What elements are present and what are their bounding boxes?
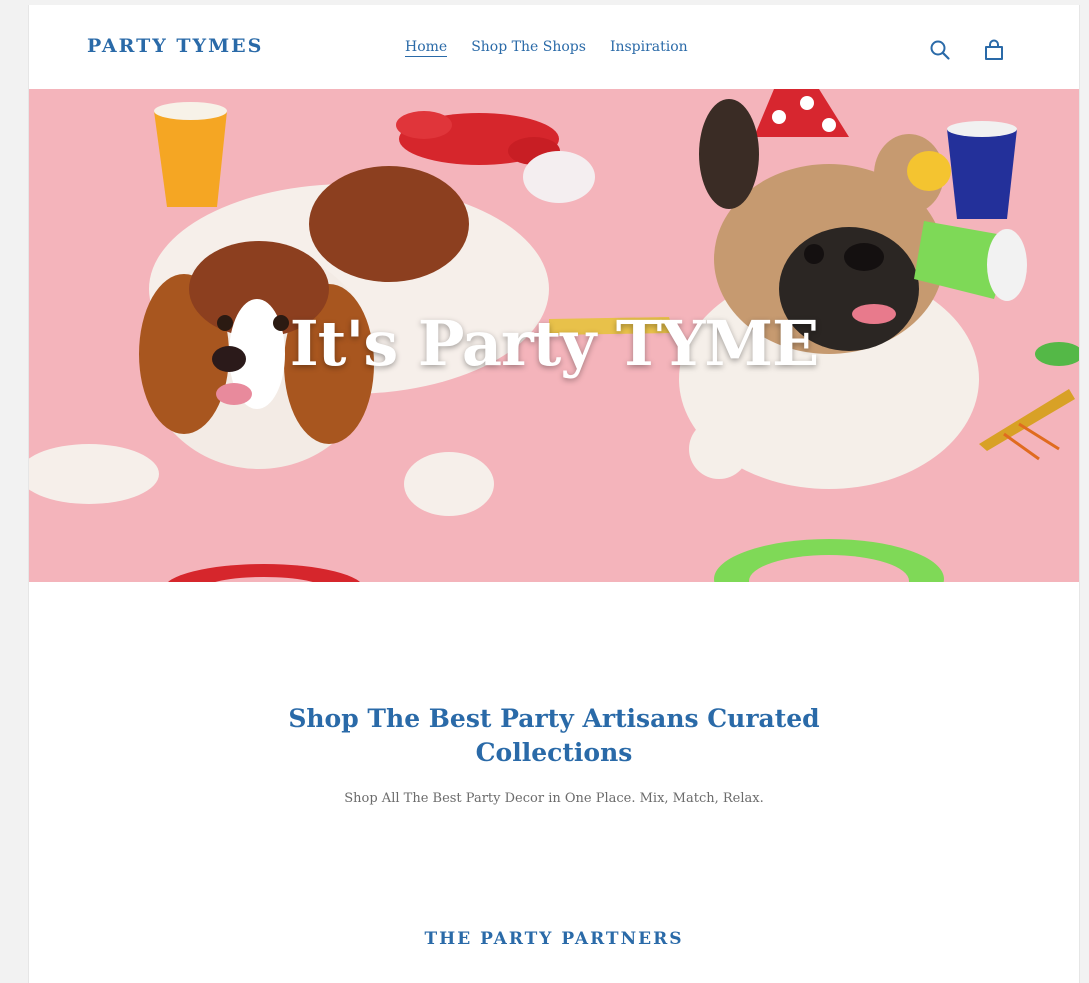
collection-title-line2: Collections <box>475 738 633 767</box>
search-icon[interactable] <box>929 39 951 61</box>
hero-banner[interactable]: It's Party TYME <box>29 89 1079 582</box>
nav-home[interactable]: Home <box>405 38 448 57</box>
hero-title-text: It's Party TYME <box>289 307 819 380</box>
collection-title-line1: Shop The Best Party Artisans Curated <box>288 704 820 733</box>
page-frame: PARTY TYMES Home Shop The Shops Inspirat… <box>28 5 1080 983</box>
main-nav: Home Shop The Shops Inspiration <box>405 38 688 57</box>
hero-title: It's Party TYME <box>29 89 1079 582</box>
nav-inspiration[interactable]: Inspiration <box>610 38 688 57</box>
nav-shop-the-shops[interactable]: Shop The Shops <box>471 38 586 57</box>
cart-icon[interactable] <box>983 39 1005 61</box>
collection-subtitle: Shop All The Best Party Decor in One Pla… <box>344 791 764 806</box>
partners-heading: THE PARTY PARTNERS <box>424 929 684 949</box>
site-logo[interactable]: PARTY TYMES <box>87 35 263 57</box>
collection-title: Shop The Best Party Artisans Curated Col… <box>29 702 1079 770</box>
site-header: PARTY TYMES Home Shop The Shops Inspirat… <box>29 5 1079 89</box>
